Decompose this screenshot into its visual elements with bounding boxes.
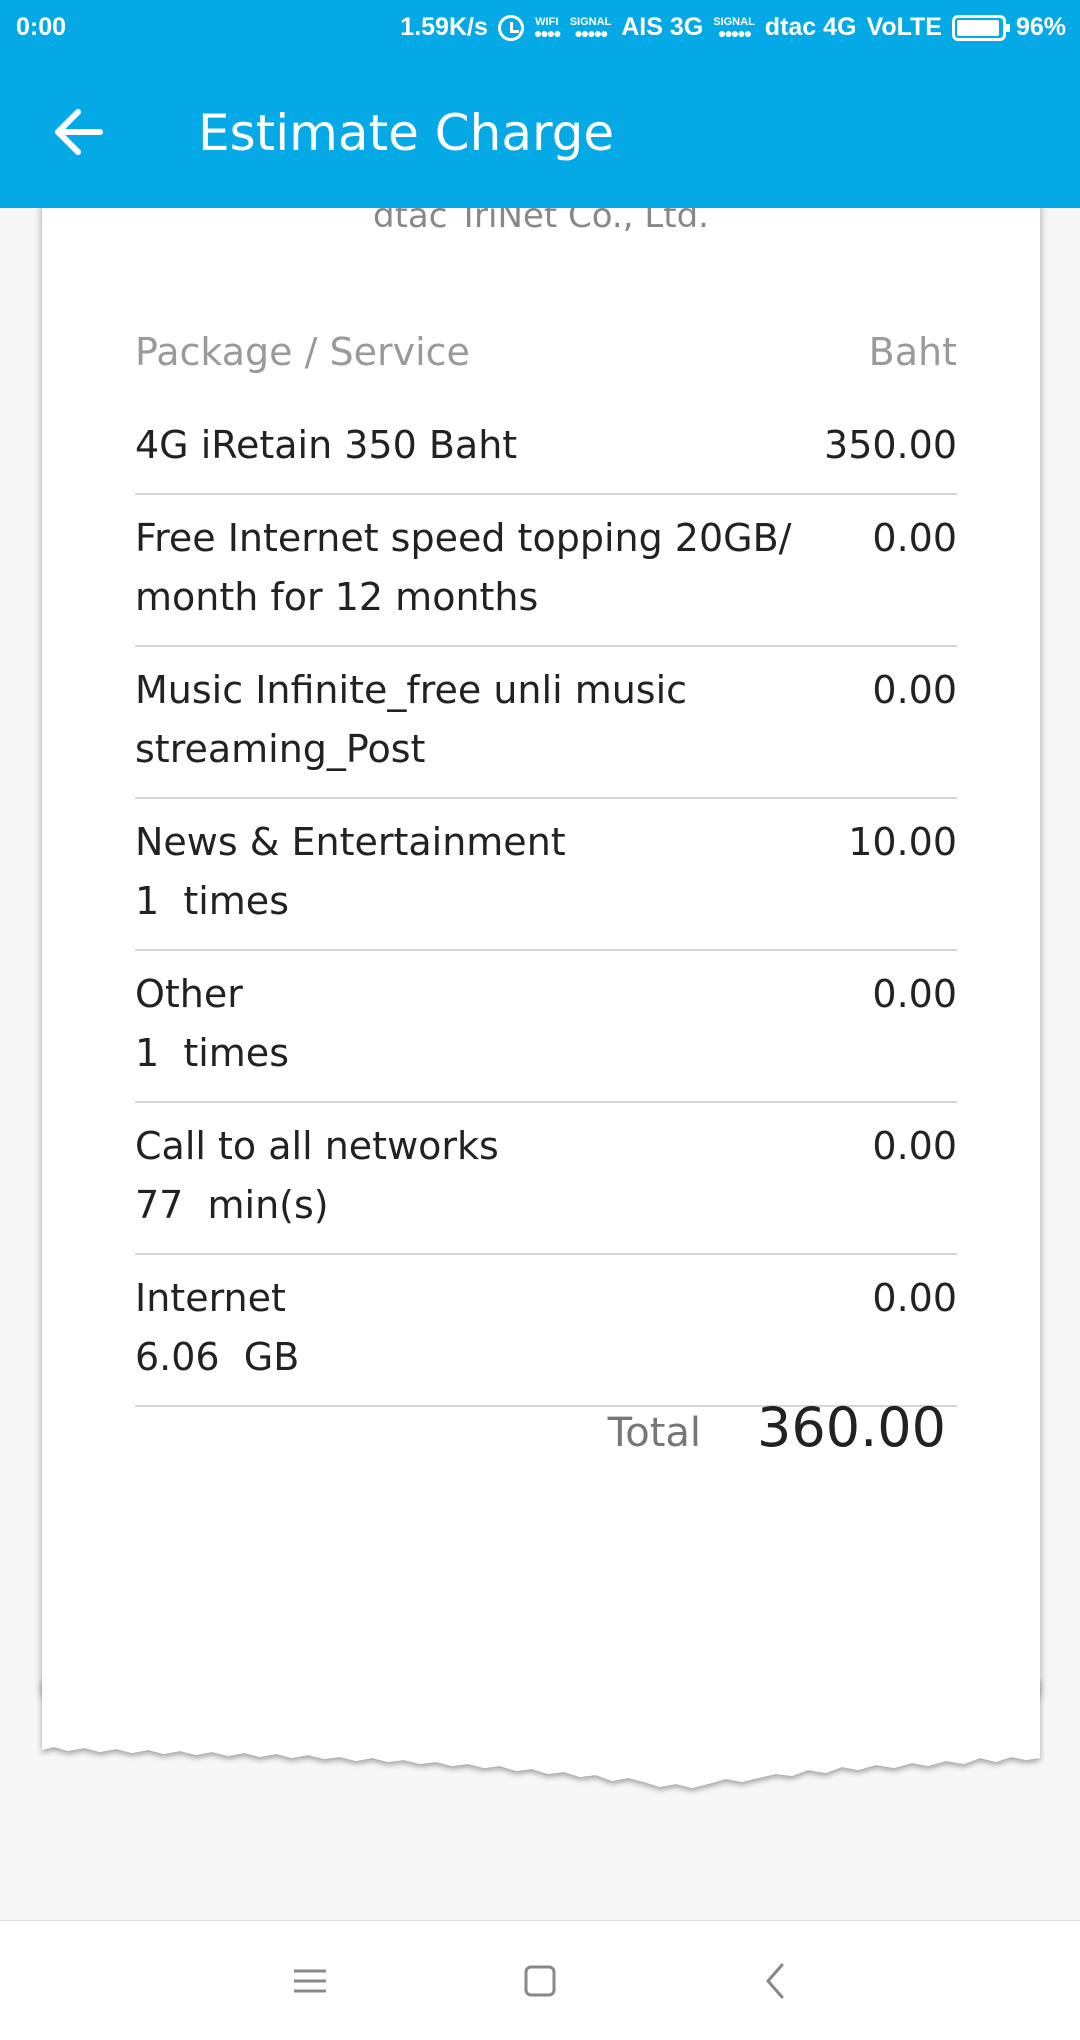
volte-label: VoLTE bbox=[866, 13, 942, 41]
signal-icon: SIGNAL ●●●●● bbox=[569, 15, 612, 41]
service-detail: 6.06 GB bbox=[135, 1335, 300, 1379]
home-button[interactable] bbox=[516, 1957, 564, 2005]
charge-table: Package / Service Baht 4G iRetain 350 Ba… bbox=[135, 316, 957, 1407]
total-section: Total 360.00 bbox=[608, 1396, 946, 1459]
receipt-scroll-area[interactable]: dtac TriNet Co., Ltd. Package / Service … bbox=[0, 208, 1080, 1920]
service-name: Other bbox=[135, 972, 243, 1016]
total-label: Total bbox=[607, 1410, 702, 1456]
service-name: News & Entertainment bbox=[135, 820, 566, 864]
receipt-paper: dtac TriNet Co., Ltd. Package / Service … bbox=[42, 208, 1040, 1698]
service-detail: 1 times bbox=[135, 879, 289, 923]
service-name: 4G iRetain 350 Baht bbox=[135, 423, 518, 467]
status-icons: 1.59K/s WIFI ●●●● SIGNAL ●●●●● AIS 3G SI… bbox=[400, 13, 1066, 42]
battery-icon bbox=[951, 14, 1010, 41]
app-bar: Estimate Charge bbox=[0, 54, 1080, 208]
service-amount: 0.00 bbox=[872, 1124, 957, 1168]
table-row: 4G iRetain 350 Baht 350.00 bbox=[135, 416, 957, 495]
net-speed: 1.59K/s bbox=[400, 13, 488, 41]
company-name: dtac TriNet Co., Ltd. bbox=[373, 208, 709, 236]
service-detail: 77 min(s) bbox=[135, 1183, 329, 1227]
table-row: Call to all networks 77 min(s) 0.00 bbox=[135, 1103, 957, 1255]
column-amount: Baht bbox=[868, 330, 957, 374]
carrier-1: AIS 3G bbox=[621, 13, 704, 41]
wifi-icon: WIFI ●●●● bbox=[533, 15, 562, 41]
arrow-left-icon bbox=[55, 109, 103, 155]
table-row: Free Internet speed topping 20GB/ month … bbox=[135, 495, 957, 647]
status-time: 0:00 bbox=[16, 13, 67, 41]
service-amount: 350.00 bbox=[824, 423, 957, 467]
system-nav-bar bbox=[0, 1920, 1080, 2040]
nav-back-button[interactable] bbox=[752, 1957, 800, 2005]
table-row: Other 1 times 0.00 bbox=[135, 951, 957, 1103]
service-amount: 0.00 bbox=[872, 668, 957, 712]
back-button[interactable] bbox=[50, 102, 110, 162]
home-square-icon bbox=[524, 1965, 556, 1997]
page-title: Estimate Charge bbox=[198, 104, 615, 162]
menu-button[interactable] bbox=[286, 1957, 334, 2005]
service-name: Music Infinite_free unli music streaming… bbox=[135, 668, 688, 771]
table-row: News & Entertainment 1 times 10.00 bbox=[135, 799, 957, 951]
service-amount: 0.00 bbox=[872, 972, 957, 1016]
chevron-left-icon bbox=[766, 1963, 784, 1999]
service-name: Internet bbox=[135, 1276, 286, 1320]
menu-icon bbox=[294, 1969, 326, 1993]
table-header: Package / Service Baht bbox=[135, 316, 957, 416]
table-row: Music Infinite_free unli music streaming… bbox=[135, 647, 957, 799]
status-bar: 0:00 1.59K/s WIFI ●●●● SIGNAL ●●●●● AIS … bbox=[0, 0, 1080, 54]
service-amount: 0.00 bbox=[872, 516, 957, 560]
column-service: Package / Service bbox=[135, 330, 470, 374]
service-amount: 10.00 bbox=[848, 820, 957, 864]
signal-icon-2: SIGNAL ●●●●● bbox=[713, 15, 755, 41]
service-name: Call to all networks bbox=[135, 1124, 499, 1168]
alarm-icon bbox=[497, 14, 524, 41]
carrier-2: dtac 4G bbox=[764, 13, 857, 41]
total-value: 360.00 bbox=[757, 1396, 946, 1459]
torn-edge-decoration bbox=[42, 1678, 1040, 1788]
table-row: Internet 6.06 GB 0.00 bbox=[135, 1255, 957, 1407]
service-detail: 1 times bbox=[135, 1031, 289, 1075]
service-amount: 0.00 bbox=[872, 1276, 957, 1320]
service-name: Free Internet speed topping 20GB/ month … bbox=[135, 516, 792, 619]
battery-percent: 96% bbox=[1015, 13, 1066, 41]
